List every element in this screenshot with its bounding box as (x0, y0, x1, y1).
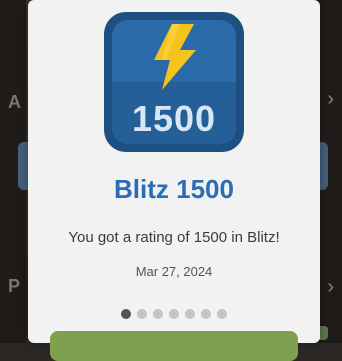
carousel-pagination (28, 306, 320, 324)
background-text-fragment: A (8, 92, 21, 112)
pagination-dot[interactable] (169, 309, 179, 319)
background-text-fragment: P (8, 276, 21, 296)
pagination-dot[interactable] (121, 309, 131, 319)
pagination-dot[interactable] (217, 309, 227, 319)
chevron-right-icon: › (327, 88, 334, 110)
action-button[interactable] (50, 331, 298, 361)
achievement-title: Blitz 1500 (114, 174, 234, 204)
pagination-dot[interactable] (153, 309, 163, 319)
achievement-date: Mar 27, 2024 (135, 264, 213, 279)
achievement-modal: 1500 Blitz 1500 You got a rating of 1500… (28, 0, 320, 361)
chevron-right-icon: › (327, 276, 334, 298)
pagination-dot[interactable] (185, 309, 195, 319)
achievement-message: You got a rating of 1500 in Blitz! (68, 229, 280, 246)
lightning-bolt-icon (154, 24, 196, 90)
badge-number: 1500 (131, 98, 217, 139)
pagination-dot[interactable] (201, 309, 211, 319)
achievement-badge: 1500 (104, 12, 244, 152)
pagination-dot[interactable] (137, 309, 147, 319)
